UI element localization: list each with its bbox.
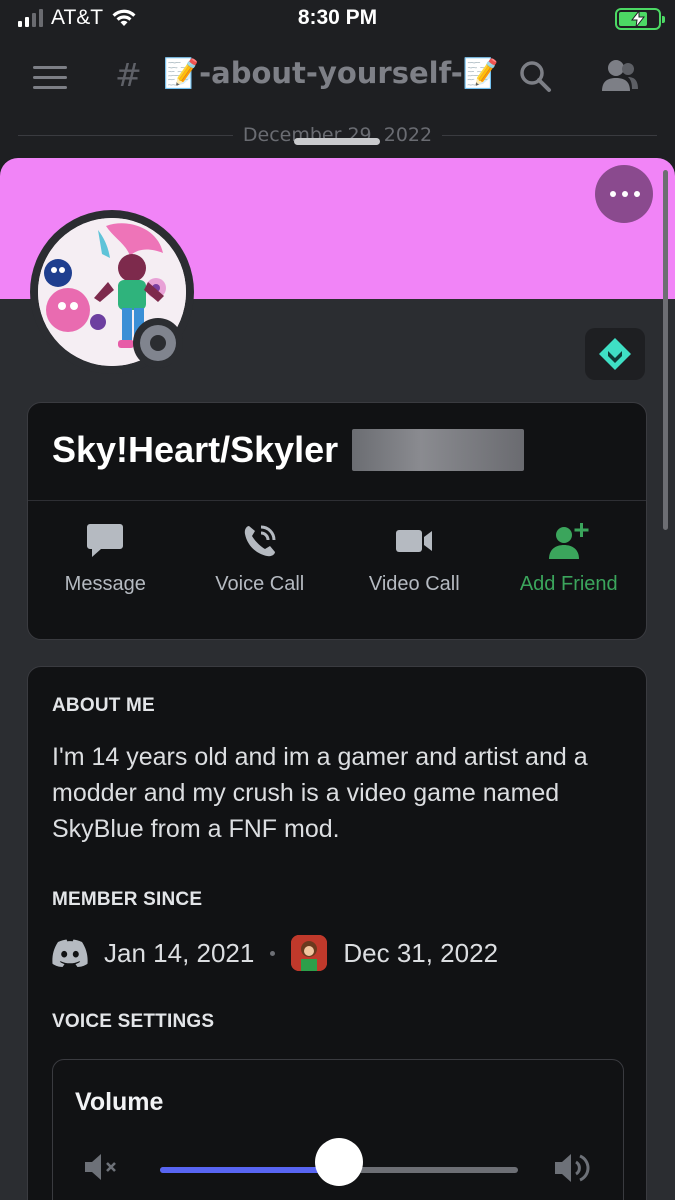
profile-details-card: ABOUT ME I'm 14 years old and im a gamer…: [27, 666, 647, 1200]
discord-member-date: Jan 14, 2021: [104, 937, 255, 968]
more-dots-icon: [610, 191, 640, 197]
add-friend-label: Add Friend: [519, 573, 618, 595]
redacted-username: [352, 429, 525, 471]
more-options-button[interactable]: [595, 165, 653, 223]
profile-sheet: Sky!Heart/Skyler Message Voice Call Vide…: [0, 158, 675, 1200]
discord-logo-icon: [52, 939, 88, 967]
volume-label: Volume: [75, 1088, 164, 1116]
volume-slider-thumb[interactable]: [315, 1138, 363, 1186]
volume-panel: Volume: [52, 1059, 624, 1200]
add-friend-button[interactable]: Add Friend: [492, 513, 647, 596]
about-me-heading: ABOUT ME: [52, 695, 155, 716]
profile-name-card: Sky!Heart/Skyler Message Voice Call Vide…: [27, 402, 647, 640]
channel-header: # 📝-about-yourself-📝: [0, 42, 675, 112]
nitro-badge[interactable]: [585, 328, 645, 380]
member-since-heading: MEMBER SINCE: [52, 889, 203, 910]
sheet-drag-handle[interactable]: [294, 138, 380, 145]
offline-status-indicator: [133, 318, 183, 368]
voice-settings-heading: VOICE SETTINGS: [52, 1011, 215, 1032]
date-divider: December 29, 2022: [0, 118, 675, 154]
search-icon[interactable]: [517, 58, 553, 94]
message-button[interactable]: Message: [28, 513, 183, 596]
video-call-label: Video Call: [368, 573, 460, 595]
about-me-text: I'm 14 years old and im a gamer and arti…: [52, 743, 588, 843]
status-bar: AT&T 8:30 PM: [0, 0, 675, 38]
message-label: Message: [64, 573, 146, 595]
video-camera-icon: [396, 530, 433, 552]
phone-icon: [244, 525, 276, 557]
menu-icon[interactable]: [33, 66, 67, 90]
add-friend-icon: [548, 523, 589, 559]
voice-call-label: Voice Call: [215, 573, 305, 595]
charging-bolt-icon: [631, 11, 645, 27]
card-divider: [28, 500, 646, 501]
battery-icon: [615, 8, 665, 30]
volume-mute-icon[interactable]: [83, 1152, 121, 1182]
server-icon: [291, 935, 328, 971]
server-member-date: Dec 31, 2022: [343, 937, 499, 968]
volume-slider-fill: [160, 1167, 339, 1173]
members-icon[interactable]: [600, 57, 640, 93]
volume-loud-icon[interactable]: [553, 1150, 593, 1186]
voice-call-button[interactable]: Voice Call: [183, 513, 338, 596]
member-since-row: Jan 14, 2021 Dec 31, 2022: [52, 933, 498, 973]
display-name: Sky!Heart/Skyler: [52, 429, 339, 470]
scrollbar[interactable]: [663, 170, 668, 530]
clock: 8:30 PM: [297, 6, 378, 29]
channel-hash-icon: #: [115, 56, 142, 94]
channel-name[interactable]: 📝-about-yourself-📝: [163, 56, 499, 91]
video-call-button[interactable]: Video Call: [337, 513, 492, 596]
message-icon: [87, 524, 124, 557]
separator-dot: [270, 950, 276, 956]
nitro-gem-icon: [599, 338, 631, 370]
profile-actions: Message Voice Call Video Call Add Friend: [28, 513, 646, 596]
